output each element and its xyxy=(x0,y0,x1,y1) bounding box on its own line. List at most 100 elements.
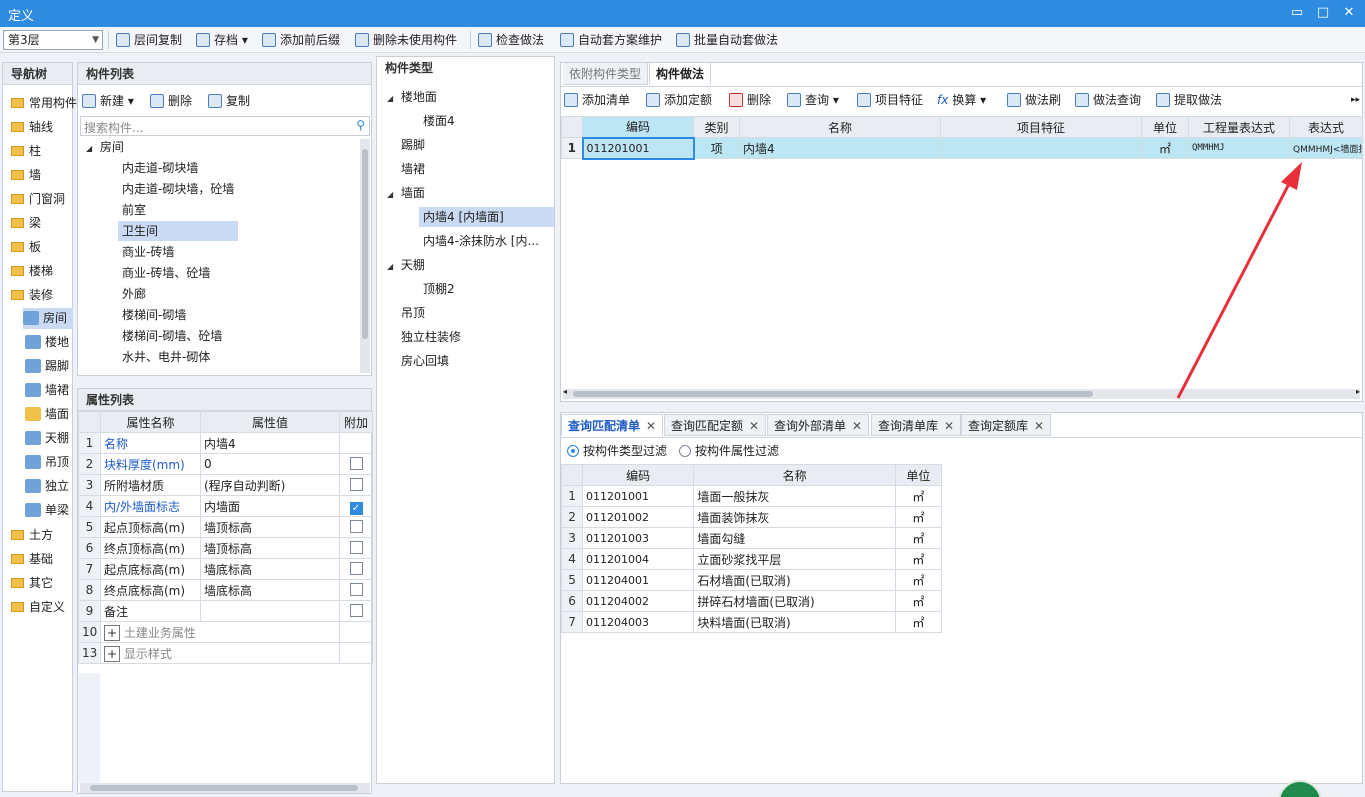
close-icon[interactable]: ✕ xyxy=(944,419,954,433)
expand-icon[interactable]: + xyxy=(104,645,121,662)
component-item[interactable]: 商业-砖墙 xyxy=(122,242,174,262)
batch-auto-button[interactable]: 批量自动套做法 xyxy=(676,32,778,49)
component-item[interactable]: 水井、电井-砌体 xyxy=(122,347,210,367)
property-group-row[interactable]: 10 + 土建业务属性 xyxy=(78,621,373,643)
new-component-button[interactable]: 新建 ▾ xyxy=(82,93,134,110)
tab-query-external-bill[interactable]: 查询外部清单 ✕ xyxy=(767,414,870,436)
close-icon[interactable]: ✕ xyxy=(1034,419,1044,433)
attach-checkbox[interactable] xyxy=(349,457,363,470)
tab-component-method[interactable]: 构件做法 xyxy=(649,63,712,85)
query-row[interactable]: 2 011201002 墙面装饰抹灰㎡ xyxy=(560,506,943,528)
property-row[interactable]: 8 终点底标高(m) 墙底标高 xyxy=(78,579,373,601)
type-item-inner-wall4-waterproof[interactable]: 内墙4-涂抹防水 [内... xyxy=(423,231,539,251)
component-item-selected[interactable]: 卫生间 xyxy=(118,221,238,241)
type-group-ceiling[interactable]: ◢ 天棚 xyxy=(387,255,425,275)
scroll-right-icon[interactable]: ▸ xyxy=(1356,387,1360,396)
nav-item-dado[interactable]: 墙裙 xyxy=(25,380,69,401)
property-row[interactable]: 5 起点顶标高(m) 墙顶标高 xyxy=(78,516,373,538)
close-button[interactable]: ✕ xyxy=(1338,3,1360,23)
nav-item-floor[interactable]: 楼地 xyxy=(25,332,69,353)
nav-group-column[interactable]: 柱 xyxy=(11,141,41,161)
type-item-floor4[interactable]: 楼面4 xyxy=(423,111,455,131)
query-row[interactable]: 3 011201003 墙面勾缝㎡ xyxy=(560,527,943,549)
item-feature-button[interactable]: 项目特征 xyxy=(857,92,923,109)
attach-checkbox[interactable] xyxy=(349,478,363,491)
scrollbar-thumb[interactable] xyxy=(90,785,358,791)
component-item[interactable]: 内走道-砌块墙，砼墙 xyxy=(122,179,234,199)
attach-checkbox[interactable] xyxy=(349,520,363,533)
add-quota-button[interactable]: 添加定额 xyxy=(646,92,712,109)
floor-select[interactable]: 第3层 ▼ xyxy=(3,30,103,50)
property-row[interactable]: 3 所附墙材质 (程序自动判断) xyxy=(78,474,373,496)
nav-group-foundation[interactable]: 基础 xyxy=(11,549,53,569)
property-row[interactable]: 2 块料厚度(mm) 0 xyxy=(78,453,373,475)
query-row[interactable]: 7 011204003 块料墙面(已取消) ㎡ xyxy=(560,611,943,633)
tab-query-bill-library[interactable]: 查询清单库 ✕ xyxy=(871,414,962,436)
nav-group-slab[interactable]: 板 xyxy=(11,237,41,257)
property-row[interactable]: 6 终点顶标高(m) 墙顶标高 xyxy=(78,537,373,559)
attach-checkbox[interactable] xyxy=(349,562,363,575)
query-button[interactable]: 查询 ▾ xyxy=(787,92,839,109)
search-icon[interactable]: ⚲ xyxy=(356,118,365,132)
component-item[interactable]: 外廊 xyxy=(122,284,146,304)
property-hscrollbar[interactable] xyxy=(80,783,370,793)
nav-group-stairs[interactable]: 楼梯 xyxy=(11,261,53,281)
delete-component-button[interactable]: 删除 xyxy=(150,93,192,110)
nav-group-wall[interactable]: 墙 xyxy=(11,165,41,185)
scroll-left-icon[interactable]: ◂ xyxy=(563,387,567,396)
component-tree-root[interactable]: ◢ 房间 xyxy=(86,137,124,157)
nav-item-room[interactable]: 房间 xyxy=(23,308,73,329)
query-row[interactable]: 4 011201004 立面砂浆找平层㎡ xyxy=(560,548,943,570)
nav-item-ceiling[interactable]: 天棚 xyxy=(25,428,69,449)
tab-attached-types[interactable]: 依附构件类型 xyxy=(563,63,649,85)
archive-button[interactable]: 存档 ▾ xyxy=(196,32,248,49)
add-prefix-suffix-button[interactable]: 添加前后缀 xyxy=(262,32,340,49)
check-method-button[interactable]: 检查做法 xyxy=(478,32,544,49)
type-group-wall-surface[interactable]: ◢ 墙面 xyxy=(387,183,425,203)
nav-group-axis[interactable]: 轴线 xyxy=(11,117,53,137)
convert-button[interactable]: fx 换算 ▾ xyxy=(937,92,986,109)
scrollbar-thumb[interactable] xyxy=(362,149,368,339)
method-row[interactable]: 1 011201001 项内墙4 ㎡ QMMHMJ QMMHMJ<墙面抹 xyxy=(561,136,1363,160)
scrollbar-thumb[interactable] xyxy=(573,391,1093,397)
attach-checkbox-checked[interactable]: ✓ xyxy=(349,501,363,515)
more-tools-icon[interactable]: ▸▸ xyxy=(1351,92,1360,109)
property-row[interactable]: 4 内/外墙面标志 内墙面 ✓ xyxy=(78,495,373,517)
type-group-skirting[interactable]: 踢脚 xyxy=(401,135,425,155)
maximize-button[interactable]: □ xyxy=(1312,3,1334,23)
tab-query-matched-quota[interactable]: 查询匹配定额 ✕ xyxy=(664,414,767,436)
nav-group-common[interactable]: 常用构件 xyxy=(11,93,77,113)
query-row[interactable]: 5 011204001 石材墙面(已取消) ㎡ xyxy=(560,569,943,591)
property-group-row[interactable]: 13 + 显示样式 xyxy=(78,642,373,664)
close-icon[interactable]: ✕ xyxy=(852,419,862,433)
delete-unused-button[interactable]: 删除未使用构件 xyxy=(355,32,457,49)
auto-scheme-button[interactable]: 自动套方案维护 xyxy=(560,32,662,49)
attach-checkbox[interactable] xyxy=(349,541,363,554)
type-group-dado[interactable]: 墙裙 xyxy=(401,159,425,179)
query-row[interactable]: 6 011204002 拼碎石材墙面(已取消) ㎡ xyxy=(560,590,943,612)
nav-item-skirting[interactable]: 踢脚 xyxy=(25,356,69,377)
copy-between-floors-button[interactable]: 层间复制 xyxy=(116,32,182,49)
nav-group-earthwork[interactable]: 土方 xyxy=(11,525,53,545)
close-icon[interactable]: ✕ xyxy=(749,419,759,433)
filter-by-type-radio[interactable]: 按构件类型过滤 xyxy=(567,443,667,460)
property-row[interactable]: 7 起点底标高(m) 墙底标高 xyxy=(78,558,373,580)
query-row[interactable]: 1 011201001 墙面一般抹灰㎡ xyxy=(560,485,943,507)
type-group-floor[interactable]: ◢ 楼地面 xyxy=(387,87,437,107)
close-icon[interactable]: ✕ xyxy=(646,419,656,433)
component-search-input[interactable]: 搜索构件... ⚲ xyxy=(80,116,370,136)
nav-group-beam[interactable]: 梁 xyxy=(11,213,41,233)
component-item[interactable]: 前室 xyxy=(122,200,146,220)
nav-group-custom[interactable]: 自定义 xyxy=(11,597,65,617)
nav-item-column-decoration[interactable]: 独立 xyxy=(25,476,69,497)
component-list-scrollbar[interactable] xyxy=(360,139,370,373)
nav-group-other[interactable]: 其它 xyxy=(11,573,53,593)
attach-checkbox[interactable] xyxy=(349,604,363,617)
property-row[interactable]: 9 备注 xyxy=(78,600,373,622)
type-item-ceiling2[interactable]: 顶棚2 xyxy=(423,279,455,299)
nav-item-single-beam[interactable]: 单梁 xyxy=(25,500,69,521)
type-group-suspended-ceiling[interactable]: 吊顶 xyxy=(401,303,425,323)
attach-checkbox[interactable] xyxy=(349,583,363,596)
method-brush-button[interactable]: 做法刷 xyxy=(1007,92,1061,109)
nav-group-decoration[interactable]: 装修 xyxy=(11,285,53,305)
